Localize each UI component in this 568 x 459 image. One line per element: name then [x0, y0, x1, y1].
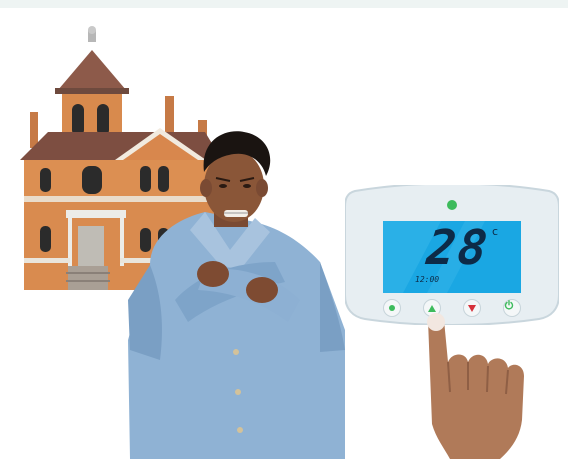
pointing-hand	[427, 313, 524, 459]
illustration-canvas: 28 c 12:00	[0, 0, 568, 459]
